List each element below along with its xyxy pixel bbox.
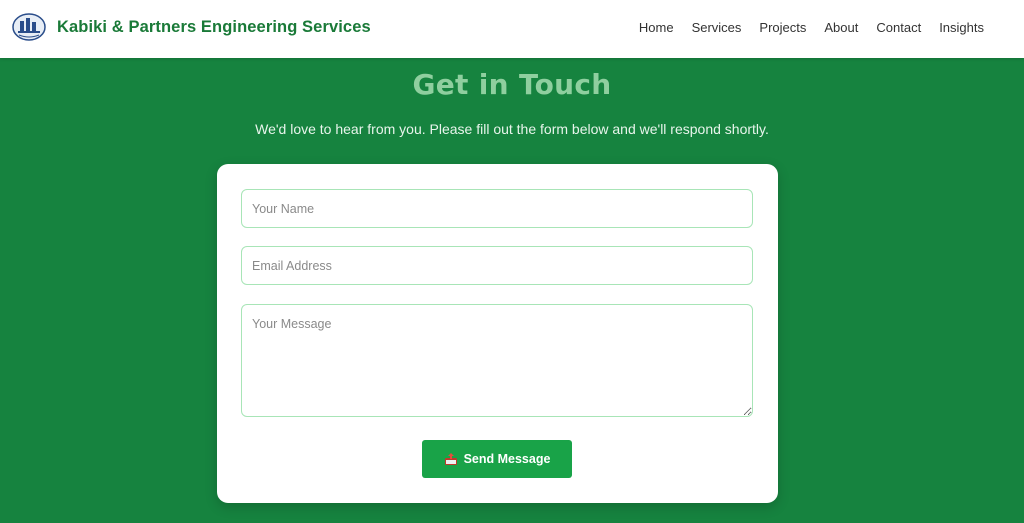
brand-name[interactable]: Kabiki & Partners Engineering Services — [57, 18, 371, 37]
page-title: Get in Touch — [412, 68, 612, 101]
send-message-button[interactable]: Send Message — [422, 440, 572, 478]
nav-services[interactable]: Services — [692, 20, 742, 35]
email-input[interactable] — [241, 246, 753, 285]
contact-form: Send Message — [217, 164, 778, 503]
top-navbar: Kabiki & Partners Engineering Services H… — [0, 0, 1024, 58]
nav-contact[interactable]: Contact — [876, 20, 921, 35]
nav-about[interactable]: About — [824, 20, 858, 35]
company-logo-icon[interactable] — [11, 12, 47, 42]
nav-home[interactable]: Home — [639, 20, 674, 35]
outbox-tray-icon — [444, 452, 458, 466]
message-textarea[interactable] — [241, 304, 753, 417]
send-message-label: Send Message — [463, 452, 551, 466]
nav-projects[interactable]: Projects — [759, 20, 806, 35]
page-subtitle: We'd love to hear from you. Please fill … — [255, 121, 769, 137]
main-nav: Home Services Projects About Contact Ins… — [621, 20, 984, 35]
name-input[interactable] — [241, 189, 753, 228]
nav-insights[interactable]: Insights — [939, 20, 984, 35]
